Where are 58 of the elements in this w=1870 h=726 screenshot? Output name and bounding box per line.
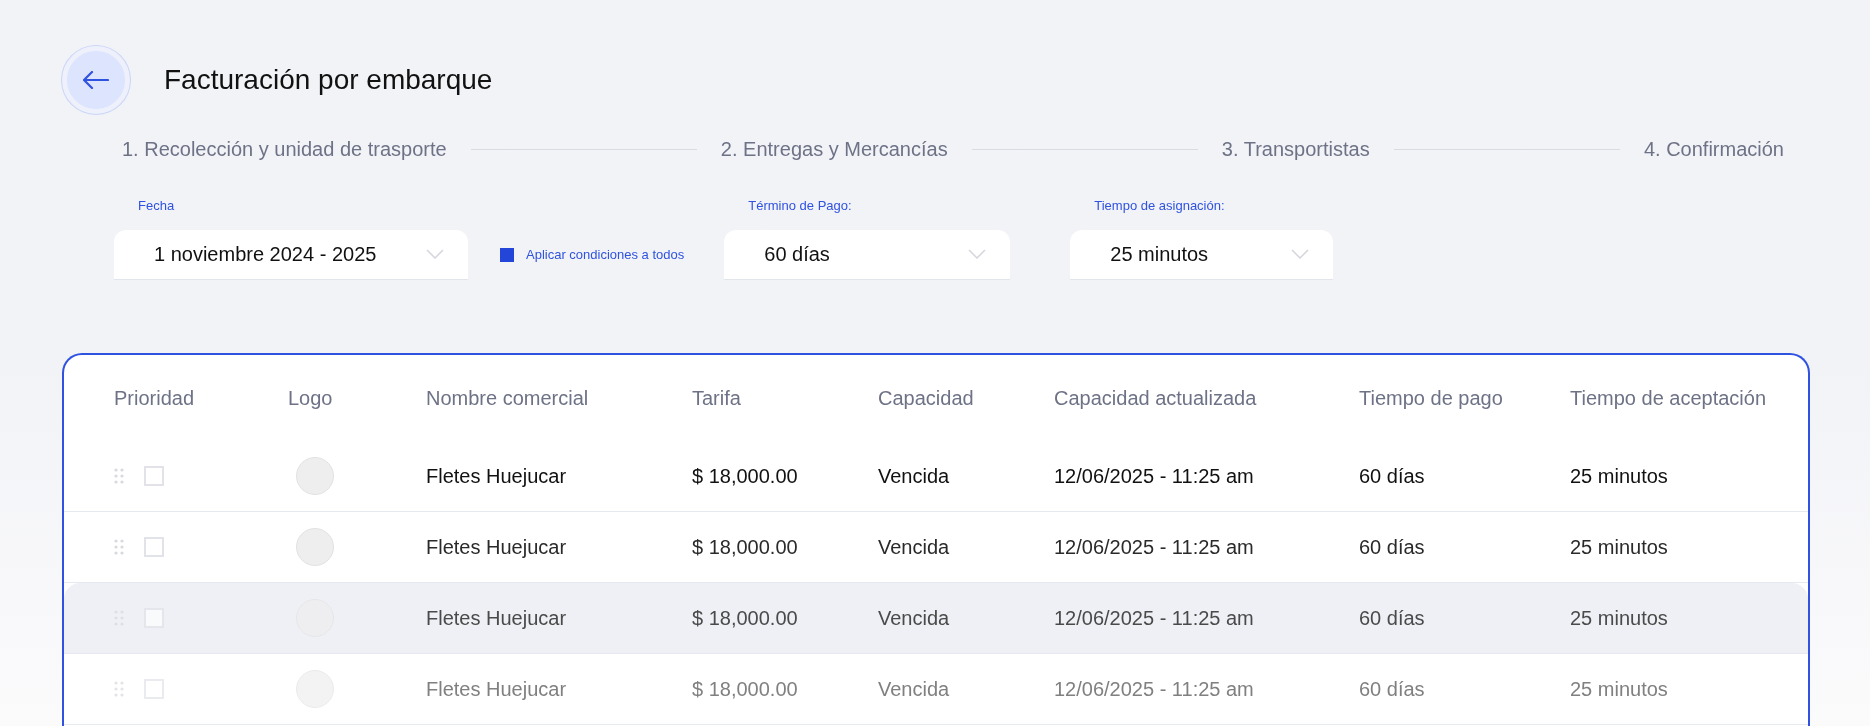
table-cell: 25 minutos	[1570, 535, 1668, 558]
table-row[interactable]: Fletes Huejucar $ 18,000.00 Vencida 12/06/2025 - 11:25 am 60 días 25 minutos	[64, 582, 1808, 654]
chevron-down-icon	[968, 249, 987, 259]
column-header: Tiempo de aceptación	[1570, 386, 1767, 409]
column-header: Capacidad actualizada	[1054, 386, 1257, 409]
table-cell: Fletes Huejucar	[426, 535, 567, 558]
step-label[interactable]: 4. Confirmación	[1643, 134, 1784, 164]
apply-label: Aplicar condiciones a todos	[526, 245, 685, 264]
table-cell: Vencida	[878, 464, 950, 487]
table-cell: 60 días	[1359, 464, 1425, 487]
table-cell: 25 minutos	[1570, 464, 1668, 487]
step-label[interactable]: 3. Transportistas	[1221, 134, 1370, 164]
field-label: Tiempo de asignación:	[1093, 197, 1226, 215]
logo-placeholder	[296, 456, 334, 495]
column-header: Prioridad	[114, 386, 195, 409]
table-cell: 25 minutos	[1570, 606, 1668, 629]
drag-handle-icon[interactable]	[114, 538, 124, 555]
row-checkbox[interactable]	[144, 465, 164, 486]
back-button[interactable]	[62, 46, 130, 114]
chevron-down-icon	[426, 249, 444, 259]
select-field[interactable]: 25 minutos	[1070, 229, 1334, 280]
step-label[interactable]: 1. Recolección y unidad de trasporte	[122, 134, 447, 164]
column-header: Capacidad	[878, 386, 974, 409]
table-cell: 60 días	[1359, 677, 1425, 700]
table-cell: 25 minutos	[1570, 677, 1668, 700]
table-cell: Vencida	[878, 677, 950, 700]
field-label: Fecha	[137, 197, 176, 215]
step-label[interactable]: 2. Entregas y Mercancías	[720, 134, 948, 164]
table-cell: $ 18,000.00	[692, 606, 798, 629]
table-cell: 12/06/2025 - 11:25 am	[1054, 535, 1254, 558]
drag-handle-icon[interactable]	[114, 467, 124, 484]
table-cell: 60 días	[1359, 535, 1425, 558]
table-cell: Fletes Huejucar	[426, 464, 567, 487]
chevron-down-icon	[1291, 249, 1310, 259]
logo-placeholder	[296, 527, 334, 566]
row-checkbox[interactable]	[144, 536, 164, 557]
table-cell: 60 días	[1359, 606, 1425, 629]
apply-checkbox[interactable]	[500, 247, 514, 262]
field-label: Término de Pago:	[747, 197, 853, 215]
table-cell: 12/06/2025 - 11:25 am	[1054, 464, 1254, 487]
column-header: Tarifa	[692, 386, 741, 409]
select-field[interactable]: 60 días	[724, 229, 1011, 280]
select-field[interactable]: 1 noviembre 2024 - 2025	[114, 229, 468, 280]
table-cell: Vencida	[878, 535, 950, 558]
column-header: Tiempo de pago	[1359, 386, 1503, 409]
column-header: Nombre comercial	[426, 386, 589, 409]
table-cell: $ 18,000.00	[692, 464, 798, 487]
table-cell: 12/06/2025 - 11:25 am	[1054, 677, 1254, 700]
table-cell: 12/06/2025 - 11:25 am	[1054, 606, 1254, 629]
drag-handle-icon[interactable]	[114, 680, 124, 697]
table-cell: Vencida	[878, 606, 950, 629]
page-title: Facturación por embarque	[164, 63, 493, 97]
table-cell: Fletes Huejucar	[426, 677, 567, 700]
table-cell: $ 18,000.00	[692, 535, 798, 558]
table-cell: $ 18,000.00	[692, 677, 798, 700]
column-header: Logo	[288, 386, 333, 409]
arrow-left-icon	[83, 71, 109, 89]
table-cell: Fletes Huejucar	[426, 606, 567, 629]
